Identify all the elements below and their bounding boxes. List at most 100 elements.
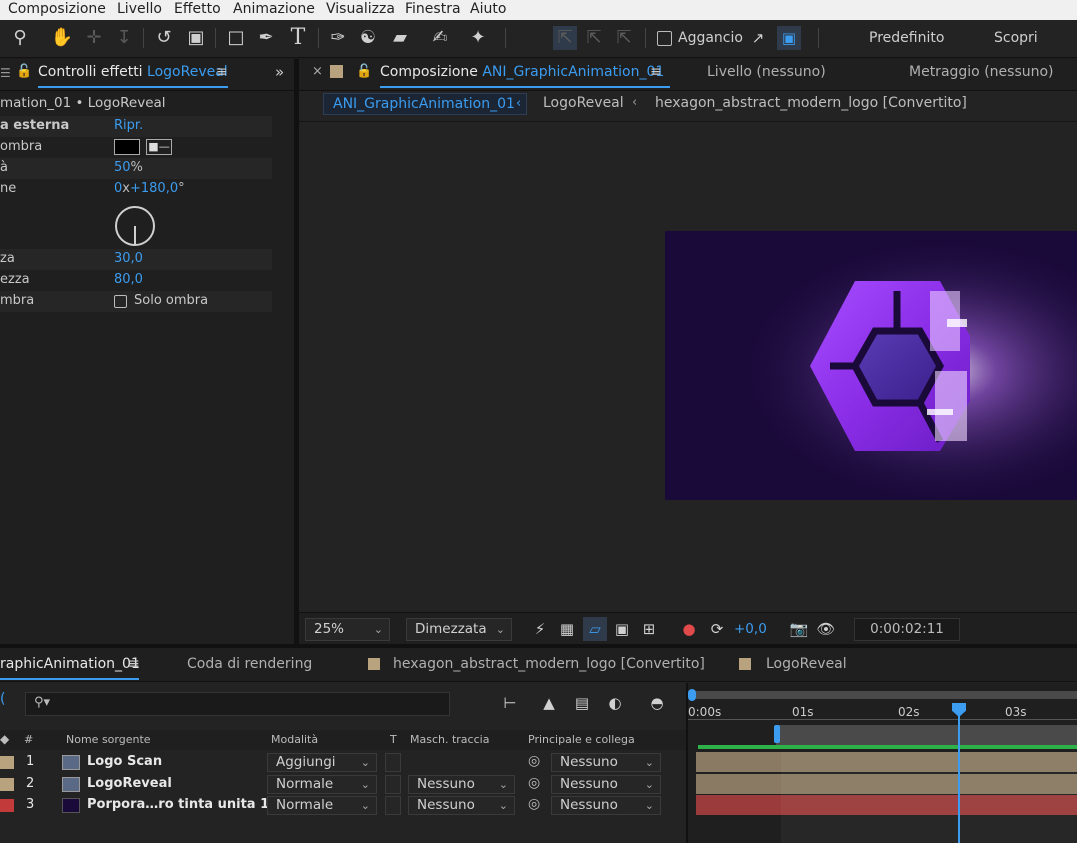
direction-dial-icon[interactable] xyxy=(114,205,156,247)
navigator-start-handle[interactable] xyxy=(688,689,696,701)
axis-view-icon[interactable]: ⇱ xyxy=(612,26,636,50)
layer-name[interactable]: Porpora…ro tinta unita 1 xyxy=(87,797,269,812)
pin-tool-icon[interactable]: ↧ xyxy=(112,26,136,50)
breadcrumb-item[interactable]: LogoReveal xyxy=(543,95,624,111)
grid-guides-icon[interactable]: ⊞ xyxy=(637,617,661,641)
layer-mode-dropdown[interactable]: Aggiungi ⌄ xyxy=(267,753,377,772)
column-number[interactable]: # xyxy=(24,733,33,746)
pickwhip-icon[interactable]: ◎ xyxy=(528,796,540,812)
menu-composizione[interactable]: Composizione xyxy=(8,1,106,17)
opacity-value[interactable]: 50 xyxy=(114,160,131,175)
softness-value[interactable]: 80,0 xyxy=(114,272,143,287)
menu-animazione[interactable]: Animazione xyxy=(233,1,315,17)
show-snapshot-icon[interactable]: 👁 xyxy=(814,617,838,641)
panel-menu-icon[interactable]: ☰ xyxy=(0,66,11,80)
label-column-icon[interactable]: ◆ xyxy=(0,732,9,746)
clone-stamp-tool-icon[interactable]: ☯ xyxy=(356,26,380,50)
panel-overflow-icon[interactable]: » xyxy=(275,63,284,81)
menu-visualizza[interactable]: Visualizza xyxy=(326,1,395,17)
shadow-only-checkbox[interactable] xyxy=(114,295,127,308)
brush-tool-icon[interactable]: ✑ xyxy=(326,26,350,50)
snap-target-icon[interactable]: ▣ xyxy=(777,26,801,50)
tab-logoreveal-comp[interactable]: LogoReveal xyxy=(766,656,847,672)
axis-local-icon[interactable]: ⇱ xyxy=(553,26,577,50)
frame-blending-icon[interactable]: ▤ xyxy=(570,691,594,715)
column-track-matte[interactable]: Masch. traccia xyxy=(410,733,489,746)
column-mode[interactable]: Modalità xyxy=(271,733,318,746)
layer-matte-dropdown[interactable]: Nessuno ⌄ xyxy=(408,775,515,794)
tab-menu-icon[interactable]: ≡ xyxy=(216,64,228,80)
pickwhip-icon[interactable]: ◎ xyxy=(528,753,540,769)
resolution-dropdown[interactable]: Dimezzata ⌄ xyxy=(406,618,512,641)
transparency-grid-icon[interactable]: ▦ xyxy=(555,617,579,641)
eraser-tool-icon[interactable]: ▰ xyxy=(388,26,412,50)
lock-icon[interactable]: 🔓 xyxy=(356,64,372,79)
layer-mode-dropdown[interactable]: Normale ⌄ xyxy=(267,796,377,815)
pickwhip-icon[interactable]: ◎ xyxy=(528,775,540,791)
preserve-transparency-toggle[interactable] xyxy=(385,753,401,772)
mask-visibility-icon[interactable]: ▱ xyxy=(583,617,607,641)
layer-name[interactable]: Logo Scan xyxy=(87,754,162,769)
zoom-tool-icon[interactable]: ⚲ xyxy=(8,26,32,50)
type-tool-icon[interactable]: T xyxy=(286,26,310,50)
tab-main-comp[interactable]: raphicAnimation_01 xyxy=(0,656,140,672)
layer-tab[interactable]: Livello (nessuno) xyxy=(707,64,826,80)
time-graph[interactable]: 0:00s 01s 02s 03s xyxy=(688,683,1077,843)
menu-livello[interactable]: Livello xyxy=(117,1,162,17)
work-area-start-handle[interactable] xyxy=(774,725,780,743)
effect-row[interactable]: a esterna Ripr. xyxy=(0,116,272,137)
footage-tab[interactable]: Metraggio (nessuno) xyxy=(909,64,1054,80)
menu-aiuto[interactable]: Aiuto xyxy=(470,1,506,17)
layer-label-color[interactable] xyxy=(0,799,14,812)
layer-label-color[interactable] xyxy=(0,756,14,769)
layer-parent-dropdown[interactable]: Nessuno ⌄ xyxy=(551,775,661,794)
layer-search-input[interactable]: ⚲▾ xyxy=(25,692,450,716)
current-time-display[interactable]: 0:00:02:11 xyxy=(854,618,960,641)
layer-parent-dropdown[interactable]: Nessuno ⌄ xyxy=(551,753,661,772)
layer-name[interactable]: LogoReveal xyxy=(87,776,172,791)
layer-row[interactable]: 1 Logo Scan Aggiungi ⌄ ◎ Nessuno ⌄ xyxy=(0,752,688,773)
layer-matte-dropdown[interactable]: Nessuno ⌄ xyxy=(408,796,515,815)
workspace-default[interactable]: Predefinito xyxy=(869,30,944,46)
tab-render-queue[interactable]: Coda di rendering xyxy=(187,656,312,672)
layer-label-color[interactable] xyxy=(0,778,14,791)
reset-link[interactable]: Ripr. xyxy=(114,118,143,133)
playhead-line[interactable] xyxy=(958,713,960,843)
shy-layers-icon[interactable]: ▲ xyxy=(537,691,561,715)
time-navigator[interactable] xyxy=(692,691,1077,699)
shadow-color-swatch[interactable] xyxy=(114,139,140,155)
hand-tool-icon[interactable]: ✋ xyxy=(50,26,74,50)
motion-blur-icon[interactable]: ◐ xyxy=(603,691,627,715)
composition-tab[interactable]: Composizione ANI_GraphicAnimation_01 xyxy=(380,64,664,80)
snapshot-icon[interactable]: 📷 xyxy=(787,617,811,641)
distance-value[interactable]: 30,0 xyxy=(114,251,143,266)
pan-behind-tool-icon[interactable]: ▣ xyxy=(184,26,208,50)
layer-row[interactable]: 2 LogoReveal Normale ⌄ Nessuno ⌄ ◎ Nessuno… xyxy=(0,774,688,795)
move-tool-icon[interactable]: ✛ xyxy=(82,26,106,50)
exposure-value[interactable]: +0,0 xyxy=(734,621,767,637)
zoom-dropdown[interactable]: 25% ⌄ xyxy=(305,618,390,641)
lock-icon[interactable]: 🔓 xyxy=(16,64,32,79)
rectangle-tool-icon[interactable]: □ xyxy=(224,26,248,50)
layer-row[interactable]: 3 Porpora…ro tinta unita 1 Normale ⌄ Ness… xyxy=(0,795,688,816)
column-source-name[interactable]: Nome sorgente xyxy=(66,733,151,746)
breadcrumb-item[interactable]: hexagon_abstract_modern_logo [Convertito… xyxy=(655,95,967,111)
layer-mode-dropdown[interactable]: Normale ⌄ xyxy=(267,775,377,794)
menu-effetto[interactable]: Effetto xyxy=(174,1,221,17)
graph-editor-icon[interactable]: ◓ xyxy=(645,691,669,715)
current-time-icon[interactable]: ( xyxy=(0,691,5,707)
direction-degrees[interactable]: +180,0 xyxy=(130,181,178,196)
eyedropper-icon[interactable]: ■— xyxy=(146,139,172,155)
preserve-transparency-toggle[interactable] xyxy=(385,775,401,794)
composition-mini-flowchart-icon[interactable]: ⊢ xyxy=(498,691,522,715)
tab-menu-icon[interactable]: ≡ xyxy=(650,64,662,80)
region-of-interest-icon[interactable]: ▣ xyxy=(610,617,634,641)
column-parent[interactable]: Principale e collega xyxy=(528,733,635,746)
snap-checkbox[interactable] xyxy=(657,31,672,46)
axis-world-icon[interactable]: ⇱ xyxy=(582,26,606,50)
tab-hexagon-comp[interactable]: hexagon_abstract_modern_logo [Convertito… xyxy=(393,656,705,672)
work-area-bar[interactable] xyxy=(776,725,1077,745)
channels-icon[interactable]: ● xyxy=(677,617,701,641)
pen-tool-icon[interactable]: ✒ xyxy=(254,26,278,50)
puppet-pin-tool-icon[interactable]: ✦ xyxy=(466,26,490,50)
